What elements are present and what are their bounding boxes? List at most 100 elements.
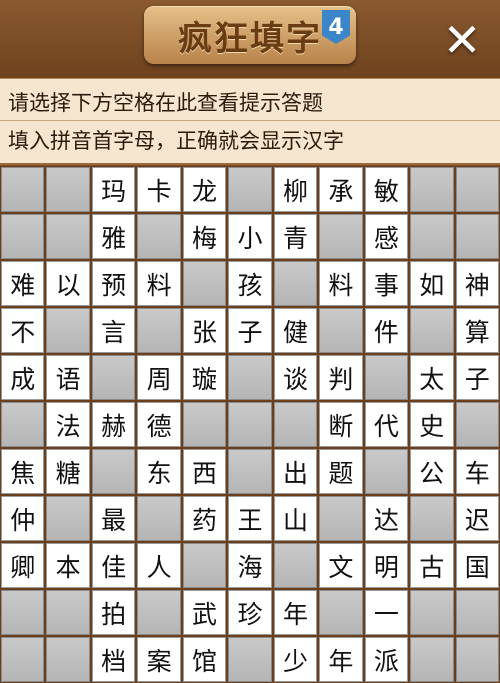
grid-cell-empty	[455, 637, 499, 682]
grid-cell-filled[interactable]: 珍	[228, 590, 272, 635]
grid-cell-empty	[319, 214, 363, 259]
grid-cell-filled[interactable]: 周	[137, 355, 181, 400]
grid-cell-filled[interactable]: 如	[410, 261, 454, 306]
grid-cell-filled[interactable]: 文	[319, 543, 363, 588]
grid-cell-filled[interactable]: 以	[46, 261, 90, 306]
grid-cell-filled[interactable]: 明	[364, 543, 409, 588]
grid-cell-filled[interactable]: 雅	[91, 214, 136, 259]
grid-cell-filled[interactable]: 璇	[182, 355, 227, 400]
grid-cell-empty	[319, 590, 363, 635]
grid-cell-filled[interactable]: 件	[364, 308, 409, 353]
grid-cell-filled[interactable]: 佳	[91, 543, 136, 588]
grid-cell-filled[interactable]: 料	[319, 261, 363, 306]
grid-cell-filled[interactable]: 承	[319, 167, 363, 212]
grid-cell-empty	[1, 402, 45, 447]
grid-cell-filled[interactable]: 档	[91, 637, 136, 682]
grid-cell-filled[interactable]: 子	[228, 308, 272, 353]
grid-cell-filled[interactable]: 山	[273, 496, 318, 541]
grid-cell-filled[interactable]: 张	[182, 308, 227, 353]
grid-cell-filled[interactable]: 派	[364, 637, 409, 682]
grid-cell-filled[interactable]: 古	[410, 543, 454, 588]
grid-cell-empty	[228, 637, 272, 682]
grid-cell-filled[interactable]: 法	[46, 402, 90, 447]
grid-cell-empty	[91, 449, 136, 494]
close-button[interactable]: ✕	[436, 16, 488, 64]
grid-cell-filled[interactable]: 迟	[455, 496, 499, 541]
grid-cell-filled[interactable]: 梅	[182, 214, 227, 259]
grid-cell-filled[interactable]: 不	[1, 308, 45, 353]
grid-cell-filled[interactable]: 事	[364, 261, 409, 306]
grid-cell-filled[interactable]: 语	[46, 355, 90, 400]
hint-divider	[0, 120, 500, 121]
grid-cell-filled[interactable]: 最	[91, 496, 136, 541]
grid-cell-empty	[46, 496, 90, 541]
grid-cell-empty	[1, 637, 45, 682]
grid-cell-filled[interactable]: 年	[273, 590, 318, 635]
grid-cell-filled[interactable]: 案	[137, 637, 181, 682]
grid-cell-empty	[182, 261, 227, 306]
grid-cell-empty	[410, 167, 454, 212]
grid-cell-filled[interactable]: 玛	[91, 167, 136, 212]
grid-cell-filled[interactable]: 东	[137, 449, 181, 494]
top-bar: 疯狂填字 4 ✕	[0, 0, 500, 78]
grid-cell-filled[interactable]: 药	[182, 496, 227, 541]
grid-cell-filled[interactable]: 馆	[182, 637, 227, 682]
grid-cell-empty	[137, 214, 181, 259]
grid-cell-filled[interactable]: 一	[364, 590, 409, 635]
grid-cell-filled[interactable]: 国	[455, 543, 499, 588]
grid-cell-filled[interactable]: 健	[273, 308, 318, 353]
grid-cell-filled[interactable]: 神	[455, 261, 499, 306]
grid-cell-filled[interactable]: 武	[182, 590, 227, 635]
hint-panel: 请选择下方空格在此查看提示答题 填入拼音首字母，正确就会显示汉字	[0, 78, 500, 165]
grid-cell-filled[interactable]: 王	[228, 496, 272, 541]
grid-cell-filled[interactable]: 太	[410, 355, 454, 400]
grid-cell-filled[interactable]: 本	[46, 543, 90, 588]
grid-cell-filled[interactable]: 成	[1, 355, 45, 400]
grid-cell-filled[interactable]: 感	[364, 214, 409, 259]
grid-cell-filled[interactable]: 人	[137, 543, 181, 588]
grid-cell-filled[interactable]: 龙	[182, 167, 227, 212]
grid-cell-filled[interactable]: 海	[228, 543, 272, 588]
grid-cell-filled[interactable]: 孩	[228, 261, 272, 306]
grid-cell-filled[interactable]: 仲	[1, 496, 45, 541]
grid-cell-filled[interactable]: 车	[455, 449, 499, 494]
logo-text: 疯狂填字	[178, 18, 322, 59]
grid-cell-filled[interactable]: 算	[455, 308, 499, 353]
grid-cell-filled[interactable]: 拍	[91, 590, 136, 635]
grid-cell-filled[interactable]: 卿	[1, 543, 45, 588]
grid-cell-filled[interactable]: 子	[455, 355, 499, 400]
grid-cell-empty	[137, 590, 181, 635]
grid-cell-filled[interactable]: 题	[319, 449, 363, 494]
grid-cell-filled[interactable]: 断	[319, 402, 363, 447]
grid-cell-filled[interactable]: 年	[319, 637, 363, 682]
grid-cell-filled[interactable]: 德	[137, 402, 181, 447]
grid-cell-filled[interactable]: 达	[364, 496, 409, 541]
grid-cell-filled[interactable]: 柳	[273, 167, 318, 212]
grid-cell-filled[interactable]: 公	[410, 449, 454, 494]
hint-line-1: 请选择下方空格在此查看提示答题	[8, 91, 323, 115]
grid-cell-filled[interactable]: 焦	[1, 449, 45, 494]
grid-cell-empty	[182, 402, 227, 447]
grid-cell-filled[interactable]: 卡	[137, 167, 181, 212]
grid-cell-filled[interactable]: 谈	[273, 355, 318, 400]
grid-cell-filled[interactable]: 代	[364, 402, 409, 447]
grid-cell-empty	[273, 402, 318, 447]
grid-cell-filled[interactable]: 青	[273, 214, 318, 259]
grid-cell-filled[interactable]: 史	[410, 402, 454, 447]
grid-cell-filled[interactable]: 敏	[364, 167, 409, 212]
grid-cell-filled[interactable]: 预	[91, 261, 136, 306]
grid-cell-empty	[1, 214, 45, 259]
grid-cell-filled[interactable]: 料	[137, 261, 181, 306]
grid-cell-filled[interactable]: 难	[1, 261, 45, 306]
grid-cell-filled[interactable]: 言	[91, 308, 136, 353]
grid-cell-filled[interactable]: 出	[273, 449, 318, 494]
grid-cell-filled[interactable]: 西	[182, 449, 227, 494]
grid-cell-empty	[364, 449, 409, 494]
grid-cell-filled[interactable]: 小	[228, 214, 272, 259]
grid-cell-empty	[228, 167, 272, 212]
grid-cell-filled[interactable]: 糖	[46, 449, 90, 494]
grid-cell-empty	[410, 590, 454, 635]
grid-cell-filled[interactable]: 判	[319, 355, 363, 400]
grid-cell-filled[interactable]: 少	[273, 637, 318, 682]
grid-cell-filled[interactable]: 赫	[91, 402, 136, 447]
